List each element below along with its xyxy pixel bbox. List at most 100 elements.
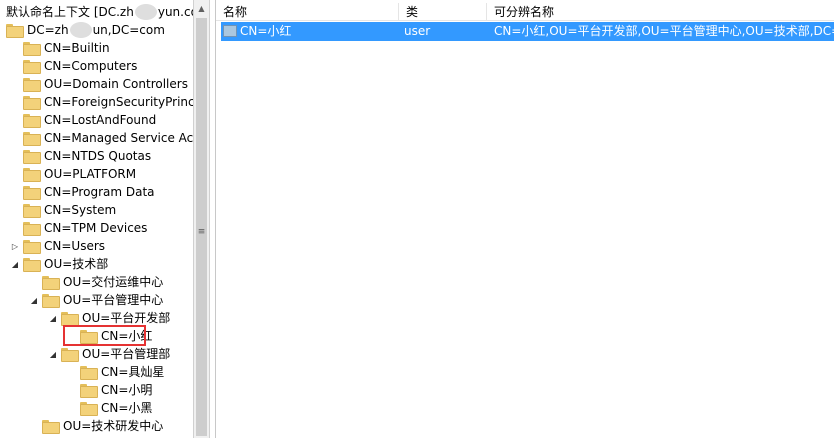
highlight-box xyxy=(63,325,146,346)
tree-item[interactable]: ▷ CN=Users xyxy=(10,237,105,255)
tree-item[interactable]: CN=小明 xyxy=(67,381,152,399)
folder-icon xyxy=(23,96,41,110)
folder-icon xyxy=(23,132,41,146)
tree-item[interactable]: CN=ForeignSecurityPrinci xyxy=(10,93,193,111)
tree-item[interactable]: CN=Computers xyxy=(10,57,137,75)
tree-root-label-prefix: 默认命名上下文 [DC.zh xyxy=(6,5,134,19)
column-header-class[interactable]: 类 xyxy=(399,3,487,21)
tree-domain-label-prefix: DC=zh xyxy=(27,23,69,37)
tree-item[interactable]: CN=NTDS Quotas xyxy=(10,147,151,165)
tree-item-label: CN=System xyxy=(44,203,117,217)
list-header: 名称 类 可分辨名称 xyxy=(216,3,834,21)
tree-item[interactable]: CN=具灿星 xyxy=(67,363,164,381)
tree-item-label: CN=Users xyxy=(44,239,106,253)
folder-icon xyxy=(42,294,60,308)
tree-item[interactable]: OU=PLATFORM xyxy=(10,165,136,183)
tree-item-label: OU=Domain Controllers xyxy=(44,77,188,91)
tree-item-label: CN=Builtin xyxy=(44,41,110,55)
tree-item-label: OU=技术研发中心 xyxy=(63,419,164,433)
tree-item[interactable]: CN=TPM Devices xyxy=(10,219,147,237)
folder-icon xyxy=(23,78,41,92)
folder-icon xyxy=(23,258,41,272)
redaction-blur xyxy=(69,22,92,38)
tree-item-label: CN=LostAndFound xyxy=(44,113,157,127)
collapse-arrow-icon[interactable]: ◢ xyxy=(29,291,39,309)
tree-item[interactable]: CN=Program Data xyxy=(10,183,155,201)
folder-icon xyxy=(23,222,41,236)
folder-icon xyxy=(6,24,24,38)
tree-item-label: CN=NTDS Quotas xyxy=(44,149,152,163)
grip-icon[interactable]: ≡ xyxy=(197,228,206,237)
folder-icon xyxy=(80,384,98,398)
list-item-class: user xyxy=(404,24,431,38)
tree-item-domain[interactable]: DC=zh un,DC=com xyxy=(6,21,165,39)
folder-icon xyxy=(23,114,41,128)
pane-splitter[interactable]: ▲ ≡ xyxy=(193,0,210,438)
redaction-blur xyxy=(134,4,157,20)
tree-item[interactable]: OU=技术研发中心 xyxy=(29,417,163,435)
tree-item[interactable]: CN=Managed Service Ac xyxy=(10,129,193,147)
folder-icon xyxy=(80,402,98,416)
folder-icon xyxy=(23,240,41,254)
folder-icon xyxy=(42,276,60,290)
tree-item-label: OU=技术部 xyxy=(44,257,109,271)
folder-icon xyxy=(61,348,79,362)
collapse-arrow-icon[interactable]: ◢ xyxy=(10,255,20,273)
expand-arrow-icon[interactable]: ▷ xyxy=(10,237,20,255)
tree-domain-label-suffix: un,DC=com xyxy=(92,23,165,37)
tree-item[interactable]: CN=Builtin xyxy=(10,39,110,57)
tree-item-label: CN=小明 xyxy=(101,383,153,397)
tree-root-label-suffix: yun.com xyxy=(157,5,193,19)
tree-item-label: CN=ForeignSecurityPrinci xyxy=(44,95,193,109)
tree-item-label: CN=Program Data xyxy=(44,185,155,199)
tree-item[interactable]: ◢ OU=技术部 xyxy=(10,255,108,273)
tree-item-label: CN=Managed Service Ac xyxy=(44,131,193,145)
tree-item[interactable]: OU=交付运维中心 xyxy=(29,273,163,291)
folder-icon xyxy=(61,312,79,326)
folder-icon xyxy=(23,150,41,164)
column-header-dn[interactable]: 可分辨名称 xyxy=(487,3,834,21)
column-header-name[interactable]: 名称 xyxy=(216,3,399,21)
tree-item[interactable]: OU=Domain Controllers xyxy=(10,75,188,93)
folder-icon xyxy=(80,366,98,380)
collapse-arrow-icon[interactable]: ◢ xyxy=(48,309,58,327)
folder-icon xyxy=(23,168,41,182)
collapse-arrow-icon[interactable]: ◢ xyxy=(48,345,58,363)
tree-item[interactable]: CN=LostAndFound xyxy=(10,111,156,129)
list-item-name: CN=小红 xyxy=(240,24,292,38)
tree-item[interactable]: ◢ OU=平台管理中心 xyxy=(29,291,163,309)
tree-item-label: CN=Computers xyxy=(44,59,138,73)
tree-item-label: CN=具灿星 xyxy=(101,365,165,379)
tree-item-label: OU=平台管理部 xyxy=(82,347,171,361)
folder-icon xyxy=(23,60,41,74)
folder-icon xyxy=(23,42,41,56)
tree-root-context[interactable]: 默认命名上下文 [DC.zh yun.com xyxy=(6,3,193,21)
list-item-dn: CN=小红,OU=平台开发部,OU=平台管理中心,OU=技术部,DC= xyxy=(494,24,834,38)
folder-icon xyxy=(23,204,41,218)
list-pane: 名称 类 可分辨名称 CN=小红 user CN=小红,OU=平台开发部,OU=… xyxy=(215,0,834,438)
tree-item[interactable]: CN=小黑 xyxy=(67,399,152,417)
folder-icon xyxy=(23,186,41,200)
tree-item-label: OU=PLATFORM xyxy=(44,167,137,181)
tree-pane: 默认命名上下文 [DC.zh yun.com DC=zh un,DC=com CN=… xyxy=(0,0,193,438)
folder-icon xyxy=(42,420,60,434)
tree-item[interactable]: ◢ OU=平台管理部 xyxy=(48,345,170,363)
tree-item-label: CN=小黑 xyxy=(101,401,153,415)
list-item[interactable]: CN=小红 user CN=小红,OU=平台开发部,OU=平台管理中心,OU=技… xyxy=(221,22,834,41)
tree-item[interactable]: CN=System xyxy=(10,201,116,219)
scroll-up-icon[interactable]: ▲ xyxy=(194,0,209,17)
